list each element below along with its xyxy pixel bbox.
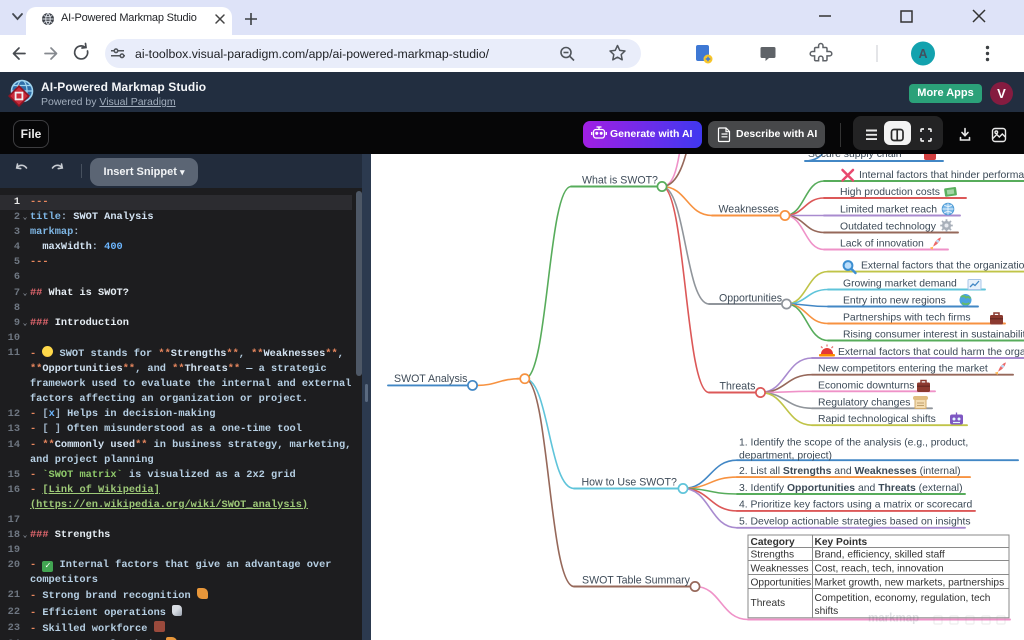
svg-text:How to Use SWOT?: How to Use SWOT? [582,477,677,489]
svg-text:Internal factors that hinder p: Internal factors that hinder performance [859,170,1024,181]
svg-text:New competitors entering the m: New competitors entering the market [818,364,988,375]
svg-text:Weaknesses: Weaknesses [751,563,809,574]
svg-text:3. Identify Opportunities and: 3. Identify Opportunities and Threats (e… [739,483,963,494]
svg-text:Threats: Threats [751,598,786,609]
svg-text:5. Develop actionable strategi: 5. Develop actionable strategies based o… [739,517,971,528]
svg-text:Opportunities: Opportunities [719,293,782,305]
svg-text:shifts: shifts [815,606,839,617]
svg-text:Partnerships with tech firms: Partnerships with tech firms [843,313,971,324]
svg-text:SWOT Analysis: SWOT Analysis [394,373,467,385]
svg-text:A: A [918,47,927,61]
svg-text:Weaknesses: Weaknesses [719,204,779,216]
svg-text:4. Prioritize key factors usin: 4. Prioritize key factors using a matrix… [739,500,973,511]
svg-text:Brand, efficiency, skilled sta: Brand, efficiency, skilled staff [815,550,945,561]
svg-text:Cost, reach, tech, innovation: Cost, reach, tech, innovation [815,563,944,574]
svg-text:High production costs: High production costs [840,187,940,198]
svg-text:Growing market demand: Growing market demand [843,279,957,290]
svg-text:markmap: markmap [868,613,919,625]
svg-text:2. List all Strengths and Weak: 2. List all Strengths and Weaknesses (in… [739,466,961,477]
svg-text:Opportunities: Opportunities [751,577,812,588]
svg-text:Lack of innovation: Lack of innovation [840,239,924,250]
svg-text:1. Identify the scope of the a: 1. Identify the scope of the analysis (e… [739,438,968,449]
svg-text:Entry into new regions: Entry into new regions [843,296,946,307]
svg-text:Economic downturns: Economic downturns [818,380,914,391]
svg-text:Strengths: Strengths [751,550,795,561]
svg-text:Rising consumer interest in su: Rising consumer interest in sustainabili… [843,330,1024,341]
svg-text:Competition, economy, regulati: Competition, economy, regulation, tech [815,593,991,604]
svg-text:Rapid technological shifts: Rapid technological shifts [818,414,936,425]
svg-text:Market growth, new markets, pa: Market growth, new markets, partnerships [815,577,1005,588]
svg-text:Regulatory changes: Regulatory changes [818,397,910,408]
svg-text:External factors that the orga: External factors that the organization c… [861,261,1024,272]
svg-text:External factors that could ha: External factors that could harm the org… [838,347,1024,358]
svg-text:department, project): department, project) [739,451,832,462]
svg-text:Key Points: Key Points [815,537,868,548]
svg-text:SWOT Table Summary: SWOT Table Summary [582,575,691,587]
svg-text:Limited market reach: Limited market reach [840,205,937,216]
svg-text:Outdated technology: Outdated technology [840,222,937,233]
svg-text:What is SWOT?: What is SWOT? [582,175,658,187]
svg-text:Threats: Threats [720,381,756,393]
svg-text:Secure supply chain: Secure supply chain [808,154,902,160]
svg-text:Category: Category [751,537,795,548]
